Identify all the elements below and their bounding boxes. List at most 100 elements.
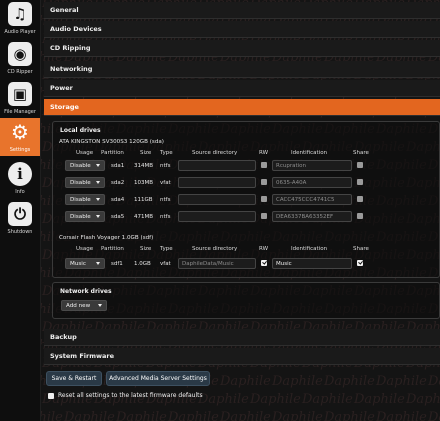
device-title: ATA KINGSTON SV300S3 120GB (sda) (59, 139, 164, 145)
size-cell: 103MB (134, 180, 154, 186)
rw-checkbox[interactable] (261, 179, 267, 185)
source-directory-input[interactable] (178, 194, 256, 205)
chevron-down-icon (96, 181, 100, 184)
usage-value: Music (70, 260, 86, 267)
usage-value: Disable (70, 196, 91, 203)
col-type: Type (160, 246, 173, 252)
col-partition: Partition (101, 150, 124, 156)
usage-select[interactable]: Disable (65, 177, 105, 188)
sidebar-item-label: Shutdown (7, 229, 33, 235)
type-cell: ntfs (160, 163, 171, 169)
local-drives-title: Local drives (60, 127, 101, 134)
sidebar-item-label: File Manager (4, 109, 36, 115)
usage-value: Disable (70, 162, 91, 169)
source-directory-input[interactable] (178, 160, 256, 171)
usage-select[interactable]: Music (65, 258, 105, 269)
source-directory-input[interactable] (178, 211, 256, 222)
type-cell: vfat (160, 261, 171, 267)
gear-icon: ⚙ (11, 120, 29, 144)
local-drives-panel: Local drives ATA KINGSTON SV300S3 120GB … (52, 121, 440, 278)
chevron-down-icon (96, 198, 100, 201)
partition-cell: sda5 (111, 214, 125, 220)
reset-settings-row[interactable]: Reset all settings to the latest firmwar… (48, 392, 203, 399)
add-new-label: Add new (66, 302, 91, 309)
section-backup[interactable]: Backup (44, 329, 440, 346)
music-note-icon: ♫ (8, 2, 32, 26)
section-networking[interactable]: Networking (44, 61, 440, 78)
share-checkbox[interactable] (357, 196, 363, 202)
col-size: Size (140, 150, 152, 156)
device-title: Corsair Flash Voyager 1.0GB (sdf) (59, 235, 154, 241)
col-type: Type (160, 150, 173, 156)
size-cell: 1.0GB (134, 261, 151, 267)
size-cell: 111GB (134, 197, 153, 203)
sidebar-item-label: Audio Player (4, 29, 36, 35)
partition-cell: sda4 (111, 197, 125, 203)
reset-checkbox[interactable] (48, 392, 54, 399)
usage-select[interactable]: Disable (65, 211, 105, 222)
sidebar-item-file-manager[interactable]: ▣ File Manager (0, 80, 40, 118)
sidebar-item-label: Settings (9, 147, 31, 153)
section-storage[interactable]: Storage (44, 99, 440, 116)
chevron-down-icon (98, 304, 102, 307)
col-rw: RW (259, 246, 269, 252)
usage-select[interactable]: Disable (65, 194, 105, 205)
power-icon: ⏻ (8, 202, 32, 226)
sidebar-item-shutdown[interactable]: ⏻ Shutdown (0, 200, 40, 238)
col-identification: Identification (291, 150, 328, 156)
box-icon: ▣ (8, 82, 32, 106)
network-drives-panel: Network drives Add new (52, 282, 440, 319)
chevron-down-icon (96, 164, 100, 167)
disc-icon: ◉ (8, 42, 32, 66)
source-directory-input[interactable]: DaphileData/Music (178, 258, 256, 269)
sidebar-item-cd-ripper[interactable]: ◉ CD Ripper (0, 40, 40, 78)
chevron-down-icon (96, 262, 100, 265)
section-system-firmware[interactable]: System Firmware (44, 348, 440, 365)
size-cell: 314MB (134, 163, 154, 169)
section-general[interactable]: General (44, 2, 440, 19)
rw-checkbox[interactable] (261, 196, 267, 202)
identification-input[interactable]: Rcupration (272, 160, 352, 171)
usage-value: Disable (70, 213, 91, 220)
share-checkbox[interactable] (357, 260, 363, 266)
col-rw: RW (259, 150, 269, 156)
rw-checkbox[interactable] (261, 260, 267, 266)
partition-cell: sdf1 (111, 261, 123, 267)
type-cell: ntfs (160, 197, 171, 203)
advanced-media-server-settings-button[interactable]: Advanced Media Server Settings (106, 371, 210, 386)
share-checkbox[interactable] (357, 179, 363, 185)
section-cd-ripping[interactable]: CD Ripping (44, 40, 440, 57)
sidebar-item-label: Info (15, 189, 25, 195)
sidebar-item-label: CD Ripper (7, 69, 33, 75)
chevron-down-icon (96, 215, 100, 218)
partition-cell: sda1 (111, 163, 125, 169)
share-checkbox[interactable] (357, 162, 363, 168)
col-identification: Identification (291, 246, 328, 252)
col-source: Source directory (192, 150, 238, 156)
col-share: Share (353, 150, 369, 156)
section-audio-devices[interactable]: Audio Devices (44, 21, 440, 38)
network-drives-title: Network drives (60, 288, 112, 295)
share-checkbox[interactable] (357, 213, 363, 219)
rw-checkbox[interactable] (261, 213, 267, 219)
col-partition: Partition (101, 246, 124, 252)
col-size: Size (140, 246, 152, 252)
sidebar-item-info[interactable]: i Info (0, 160, 40, 198)
section-power[interactable]: Power (44, 80, 440, 97)
identification-input[interactable]: DEA6337BA63352EF (272, 211, 352, 222)
identification-input[interactable]: Music (272, 258, 352, 269)
size-cell: 471MB (134, 214, 154, 220)
type-cell: ntfs (160, 214, 171, 220)
sidebar-item-settings[interactable]: ⚙ Settings (0, 118, 40, 156)
add-new-select[interactable]: Add new (61, 300, 107, 311)
identification-input[interactable]: 0635-A40A (272, 177, 352, 188)
rw-checkbox[interactable] (261, 162, 267, 168)
col-usage: Usage (76, 246, 94, 252)
sidebar-item-audio-player[interactable]: ♫ Audio Player (0, 0, 40, 38)
save-restart-button[interactable]: Save & Restart (46, 371, 102, 386)
usage-select[interactable]: Disable (65, 160, 105, 171)
identification-input[interactable]: CACC475CCC4741C5 (272, 194, 352, 205)
sidebar: ♫ Audio Player ◉ CD Ripper ▣ File Manage… (0, 0, 41, 421)
source-directory-input[interactable] (178, 177, 256, 188)
col-source: Source directory (192, 246, 238, 252)
